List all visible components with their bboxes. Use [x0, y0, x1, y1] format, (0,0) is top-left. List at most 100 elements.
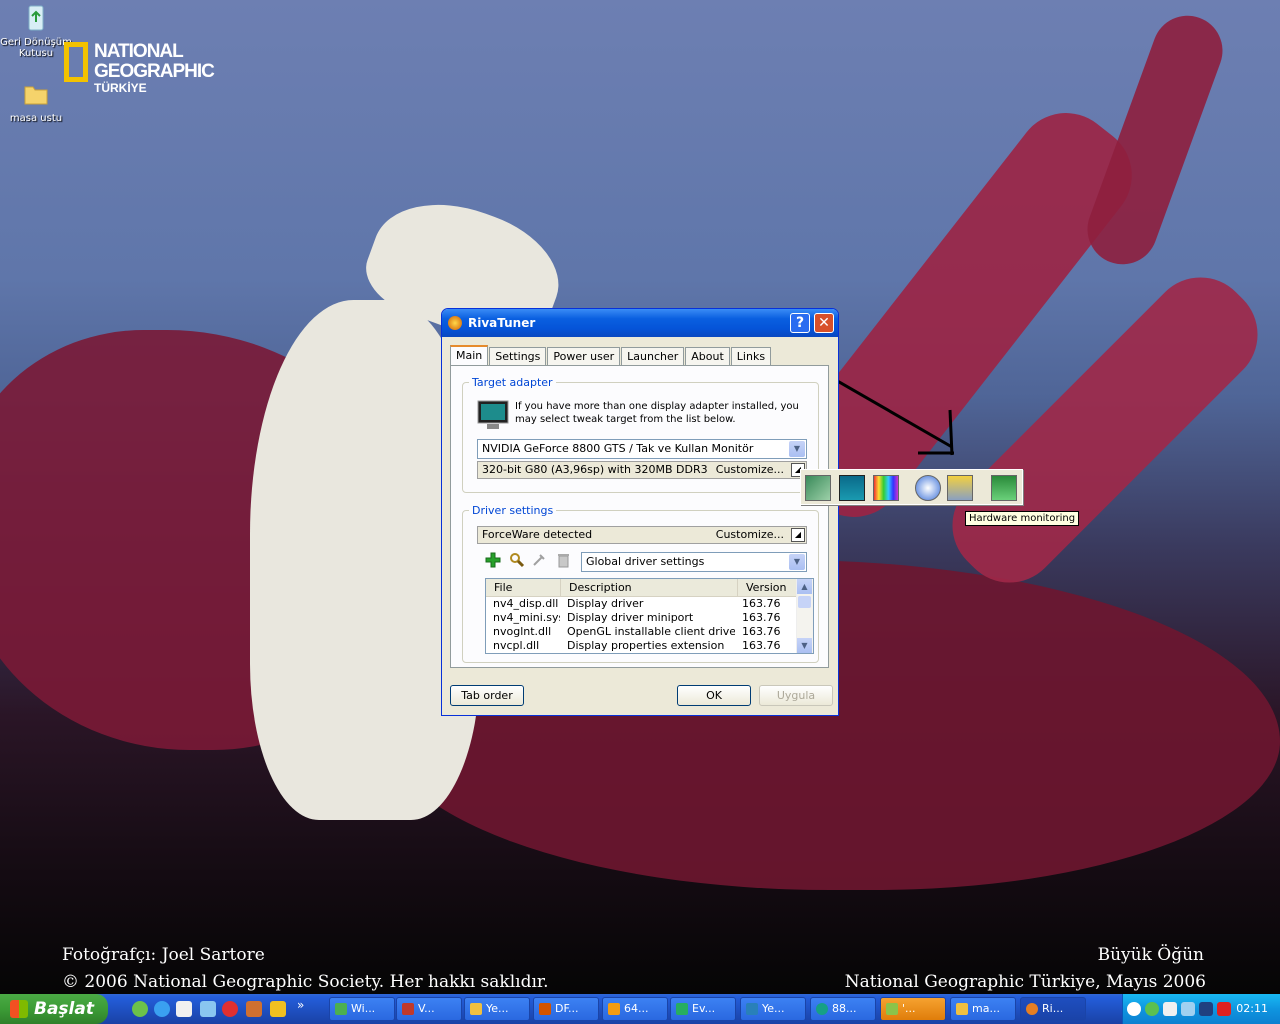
cell-version: 163.76 [742, 611, 781, 624]
help-button[interactable]: ? [790, 313, 810, 333]
quicklaunch-icon[interactable] [222, 1001, 238, 1017]
window-title: RivaTuner [468, 316, 536, 330]
chevron-down-icon[interactable]: ▼ [789, 554, 805, 570]
taskbar-item-label: DF... [555, 1002, 579, 1015]
folder-icon [24, 86, 48, 105]
driver-detected: ForceWare detected Customize... ◢ [477, 526, 807, 544]
table-row[interactable]: nv4_disp.dll Display driver 163.76 [486, 597, 813, 611]
natgeo-frame-icon [64, 42, 88, 82]
add-icon[interactable] [485, 552, 501, 568]
copyright-text: © 2006 National Geographic Society. Her … [62, 972, 549, 992]
app-icon [335, 1003, 347, 1015]
taskbar-item[interactable]: Ri... [1020, 997, 1086, 1021]
network-icon[interactable] [1181, 1002, 1195, 1016]
folder-desktop-icon[interactable]: masa ustu [0, 80, 72, 124]
tab-power-user[interactable]: Power user [547, 347, 621, 367]
logo-line: GEOGRAPHIC [94, 61, 215, 82]
column-header-description[interactable]: Description [561, 579, 738, 596]
quicklaunch-icon[interactable] [200, 1001, 216, 1017]
quicklaunch-icon[interactable] [176, 1001, 192, 1017]
taskbar-item[interactable]: '... [880, 997, 946, 1021]
tab-settings[interactable]: Settings [489, 347, 547, 367]
color-monitor-icon[interactable] [873, 475, 899, 501]
ok-button[interactable]: OK [677, 685, 751, 706]
cell-file: nv4_mini.sys [493, 611, 560, 624]
video-card-icon[interactable] [805, 475, 831, 501]
quicklaunch-chevron[interactable]: » [297, 998, 304, 1012]
taskbar: Başlat » Wi... V... Ye... DF... 64... Ev… [0, 994, 1280, 1024]
taskbar-item[interactable]: Ye... [740, 997, 806, 1021]
driver-profile-select[interactable]: Global driver settings ▼ [581, 552, 807, 572]
app-icon [676, 1003, 688, 1015]
tray-expand-icon[interactable] [1127, 1002, 1141, 1016]
photo-credit: Fotoğrafçı: Joel Sartore [62, 945, 265, 965]
clock: 02:11 [1236, 1002, 1268, 1015]
natgeo-logo: NATIONAL GEOGRAPHIC TÜRKİYE [64, 41, 215, 94]
taskbar-item-label: Ye... [762, 1002, 785, 1015]
system-tray: 02:11 [1122, 994, 1280, 1024]
column-header-file[interactable]: File [486, 579, 561, 596]
tray-icon[interactable] [1199, 1002, 1213, 1016]
tab-about[interactable]: About [685, 347, 730, 367]
table-row[interactable]: nvcpl.dll Display properties extension 1… [486, 639, 813, 653]
tab-links[interactable]: Links [730, 347, 772, 367]
table-scrollbar[interactable]: ▲ ▼ [796, 579, 813, 653]
rivatuner-icon [448, 316, 462, 330]
taskbar-item-label: V... [418, 1002, 435, 1015]
taskbar-item[interactable]: Wi... [329, 997, 395, 1021]
recycle-bin-desktop-icon[interactable]: Geri Dönüşüm Kutusu [0, 4, 72, 59]
app-icon [539, 1003, 551, 1015]
user-icon[interactable] [1145, 1002, 1159, 1016]
adapter-select[interactable]: NVIDIA GeForce 8800 GTS / Tak ve Kullan … [477, 439, 807, 459]
system-info-icon[interactable] [915, 475, 941, 501]
taskbar-item-label: 88... [832, 1002, 857, 1015]
tab-order-button[interactable]: Tab order [450, 685, 524, 706]
driver-settings-legend: Driver settings [472, 504, 554, 517]
monitor-icon[interactable] [839, 475, 865, 501]
ie-icon[interactable] [154, 1001, 170, 1017]
taskbar-item[interactable]: Ye... [464, 997, 530, 1021]
logo-line: NATIONAL [94, 41, 184, 62]
tab-launcher[interactable]: Launcher [621, 347, 685, 367]
window-titlebar[interactable]: RivaTuner ? ✕ [442, 309, 838, 337]
driver-customize-label: Customize... [715, 528, 784, 541]
table-row[interactable]: nv4_mini.sys Display driver miniport 163… [486, 611, 813, 625]
taskbar-item[interactable]: V... [396, 997, 462, 1021]
windows-logo-icon [10, 1000, 28, 1018]
table-row[interactable]: nvoglnt.dll OpenGL installable client dr… [486, 625, 813, 639]
quicklaunch-icon[interactable] [270, 1001, 286, 1017]
taskbar-item[interactable]: ma... [950, 997, 1016, 1021]
scroll-down-icon[interactable]: ▼ [797, 638, 812, 653]
start-button[interactable]: Başlat [0, 994, 108, 1024]
search-icon[interactable] [509, 552, 525, 568]
tools-icon[interactable] [531, 552, 547, 568]
target-adapter-info: If you have more than one display adapte… [515, 401, 799, 425]
taskbar-item[interactable]: DF... [533, 997, 599, 1021]
taskbar-item[interactable]: Ev... [670, 997, 736, 1021]
desktop: Geri Dönüşüm Kutusu masa ustu NATIONAL G… [0, 0, 1280, 994]
taskbar-item-label: Ye... [486, 1002, 509, 1015]
apply-button[interactable]: Uygula [759, 685, 833, 706]
cell-description: Display driver miniport [567, 611, 694, 624]
taskbar-item[interactable]: 64... [602, 997, 668, 1021]
cell-description: Display driver [567, 597, 644, 610]
hardware-monitoring-icon[interactable] [947, 475, 973, 501]
refresh-icon[interactable] [991, 475, 1017, 501]
chevron-down-icon[interactable]: ▼ [789, 441, 805, 457]
driver-detected-text: ForceWare detected [482, 528, 593, 541]
close-button[interactable]: ✕ [814, 313, 834, 333]
taskbar-item[interactable]: 88... [810, 997, 876, 1021]
trash-icon[interactable] [555, 552, 571, 568]
scroll-thumb[interactable] [798, 596, 811, 608]
taskbar-item-label: Ri... [1042, 1002, 1064, 1015]
tray-icon[interactable] [1163, 1002, 1177, 1016]
cell-file: nvoglnt.dll [493, 625, 552, 638]
driver-customize-button[interactable]: ◢ [791, 528, 805, 542]
scroll-up-icon[interactable]: ▲ [797, 579, 812, 594]
tooltip: Hardware monitoring [965, 511, 1080, 526]
taskbar-item-label: Wi... [351, 1002, 376, 1015]
quicklaunch-icon[interactable] [132, 1001, 148, 1017]
antivirus-icon[interactable] [1217, 1002, 1231, 1016]
table-header: File Description Version [486, 579, 813, 597]
quicklaunch-icon[interactable] [246, 1001, 262, 1017]
